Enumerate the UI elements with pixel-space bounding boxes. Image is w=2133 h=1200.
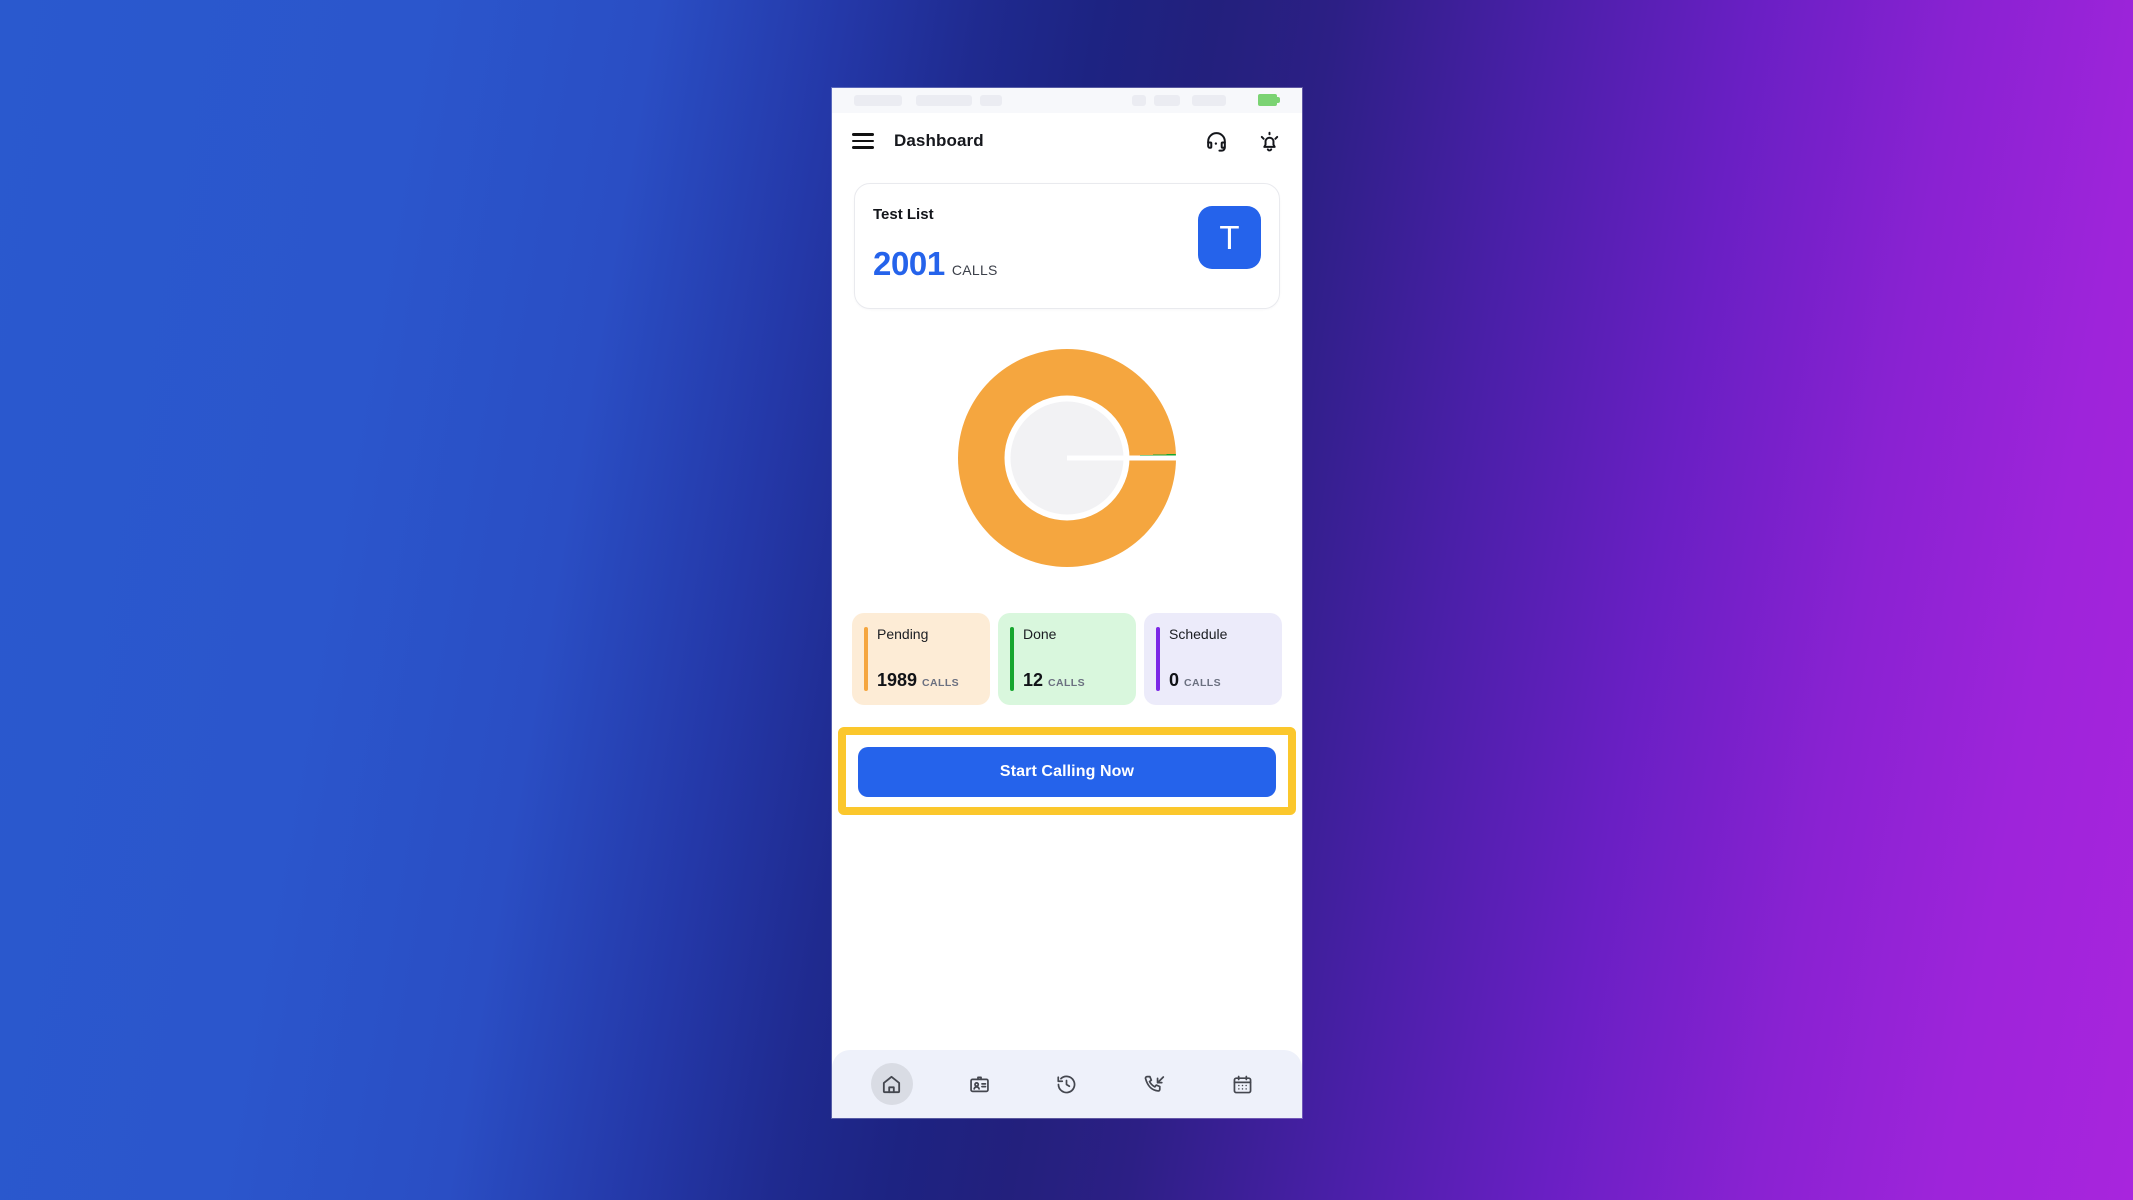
stat-card-pending[interactable]: Pending 1989 CALLS <box>852 613 990 705</box>
donut-chart-zone <box>832 309 1302 607</box>
stat-accent-bar <box>1156 627 1160 691</box>
phone-frame: Dashboard Test List 2001 CALLS T Pending… <box>832 88 1302 1118</box>
stat-label: Done <box>1023 626 1057 642</box>
stat-body: Pending 1989 CALLS <box>877 626 980 691</box>
status-bar-blur <box>1154 95 1180 106</box>
avatar: T <box>1198 206 1261 269</box>
stat-unit: CALLS <box>1184 677 1222 689</box>
hamburger-menu-icon[interactable] <box>852 133 874 149</box>
status-bar <box>832 88 1302 113</box>
stat-value: 1989 <box>877 670 918 690</box>
call-status-donut-chart <box>958 349 1176 567</box>
stat-value-row: 0 CALLS <box>1169 670 1272 691</box>
cta-zone: Start Calling Now <box>832 715 1302 815</box>
list-card-title: Test List <box>873 206 934 223</box>
stat-label: Pending <box>877 626 929 642</box>
stat-unit: CALLS <box>1048 677 1086 689</box>
status-bar-blur <box>1192 95 1226 106</box>
app-bar: Dashboard <box>832 113 1302 169</box>
app-bar-actions <box>1204 129 1282 154</box>
stat-card-schedule[interactable]: Schedule 0 CALLS <box>1144 613 1282 705</box>
stat-body: Done 12 CALLS <box>1023 626 1126 691</box>
stat-accent-bar <box>1010 627 1014 691</box>
battery-icon <box>1258 94 1280 106</box>
status-bar-blur <box>916 95 972 106</box>
stat-card-done[interactable]: Done 12 CALLS <box>998 613 1136 705</box>
list-card-count: 2001 <box>873 245 945 282</box>
list-card-info: Test List 2001 CALLS <box>873 204 1198 283</box>
stat-unit: CALLS <box>922 677 960 689</box>
stat-body: Schedule 0 CALLS <box>1169 626 1272 691</box>
stat-value: 12 <box>1023 670 1044 690</box>
status-bar-blur <box>854 95 902 106</box>
stat-value-row: 12 CALLS <box>1023 670 1126 691</box>
stat-label: Schedule <box>1169 626 1228 642</box>
list-card-count-unit: CALLS <box>951 262 998 278</box>
test-list-card[interactable]: Test List 2001 CALLS T <box>854 183 1280 309</box>
stat-cards-row: Pending 1989 CALLS Done 12 CALLS Schedul… <box>832 613 1302 705</box>
list-card-count-row: 2001 CALLS <box>873 245 1198 283</box>
nav-item-incoming-call[interactable] <box>1134 1063 1176 1105</box>
nav-item-home[interactable] <box>870 1063 913 1105</box>
bottom-nav <box>832 1050 1302 1118</box>
status-bar-blur <box>980 95 1002 106</box>
stat-value-row: 1989 CALLS <box>877 670 980 691</box>
nav-item-contacts[interactable] <box>958 1063 1000 1105</box>
list-card-wrapper: Test List 2001 CALLS T <box>832 169 1302 309</box>
nav-item-calendar[interactable] <box>1221 1063 1263 1105</box>
notification-bell-icon[interactable] <box>1257 129 1282 154</box>
stat-accent-bar <box>864 627 868 691</box>
donut-gap <box>1067 455 1176 461</box>
nav-item-history[interactable] <box>1046 1063 1088 1105</box>
page-title: Dashboard <box>894 131 984 150</box>
headset-support-icon[interactable] <box>1204 129 1229 154</box>
start-calling-button[interactable]: Start Calling Now <box>858 747 1276 797</box>
stat-value: 0 <box>1169 670 1180 690</box>
status-bar-blur <box>1132 95 1146 106</box>
